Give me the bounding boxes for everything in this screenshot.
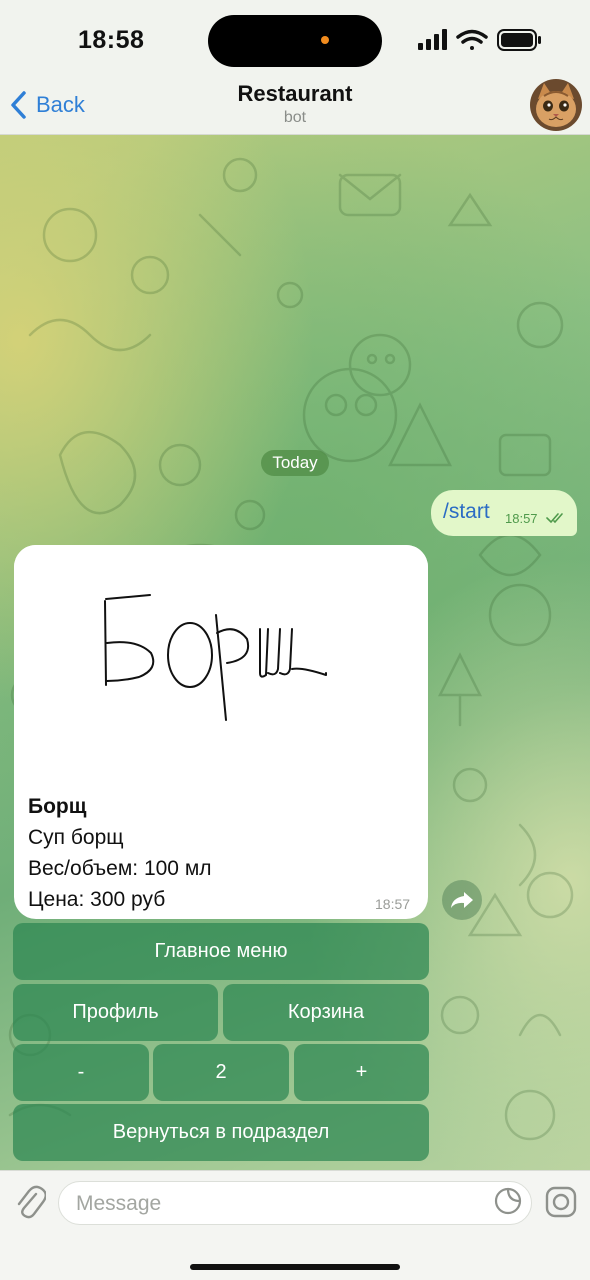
outgoing-message[interactable]: /start 18:57	[431, 490, 577, 536]
status-time: 18:58	[78, 26, 145, 54]
message-input[interactable]	[76, 1190, 476, 1218]
outgoing-message-time: 18:57	[505, 511, 538, 526]
dish-name: Борщ	[28, 795, 87, 818]
chat-header: Back Restaurant bot	[0, 76, 590, 135]
avatar[interactable]	[530, 79, 582, 131]
back-to-section-button[interactable]: Вернуться в подраздел	[13, 1104, 429, 1161]
wifi-icon	[456, 29, 488, 50]
forward-button[interactable]	[442, 880, 482, 920]
forward-arrow-icon	[451, 892, 473, 908]
status-bar: 18:58	[0, 0, 590, 76]
dynamic-island	[208, 15, 382, 67]
sticker-icon[interactable]	[494, 1186, 522, 1216]
dish-weight: Вес/объем: 100 мл	[28, 857, 212, 880]
quantity-button[interactable]: 2	[153, 1044, 289, 1101]
chat-subtitle: bot	[283, 109, 307, 126]
privacy-indicator-dot	[321, 36, 329, 44]
decrease-quantity-button[interactable]: -	[13, 1044, 149, 1101]
incoming-message-time: 18:57	[375, 896, 411, 912]
message-caption: Борщ Суп борщ Вес/объем: 100 мл Цена: 30…	[28, 791, 212, 915]
dish-price: Цена: 300 руб	[28, 888, 166, 911]
increase-quantity-button[interactable]: +	[294, 1044, 429, 1101]
dish-photo[interactable]	[14, 545, 428, 780]
status-icons	[418, 29, 541, 51]
chat-title: Restaurant	[237, 81, 353, 106]
cart-button[interactable]: Корзина	[223, 984, 429, 1041]
profile-button[interactable]: Профиль	[13, 984, 218, 1041]
signal-icon	[418, 29, 447, 50]
paperclip-icon[interactable]	[14, 1185, 46, 1221]
dish-description: Суп борщ	[28, 826, 124, 849]
camera-icon[interactable]	[545, 1186, 577, 1218]
main-menu-button[interactable]: Главное меню	[13, 923, 429, 980]
double-check-icon	[546, 513, 563, 524]
date-separator: Today	[261, 450, 329, 476]
battery-icon	[497, 29, 541, 51]
cat-avatar-icon	[530, 79, 582, 131]
home-indicator	[190, 1264, 400, 1270]
outgoing-message-text[interactable]: /start	[443, 500, 490, 524]
incoming-photo-message[interactable]: Борщ Суп борщ Вес/объем: 100 мл Цена: 30…	[14, 545, 428, 919]
message-field[interactable]	[58, 1181, 532, 1225]
